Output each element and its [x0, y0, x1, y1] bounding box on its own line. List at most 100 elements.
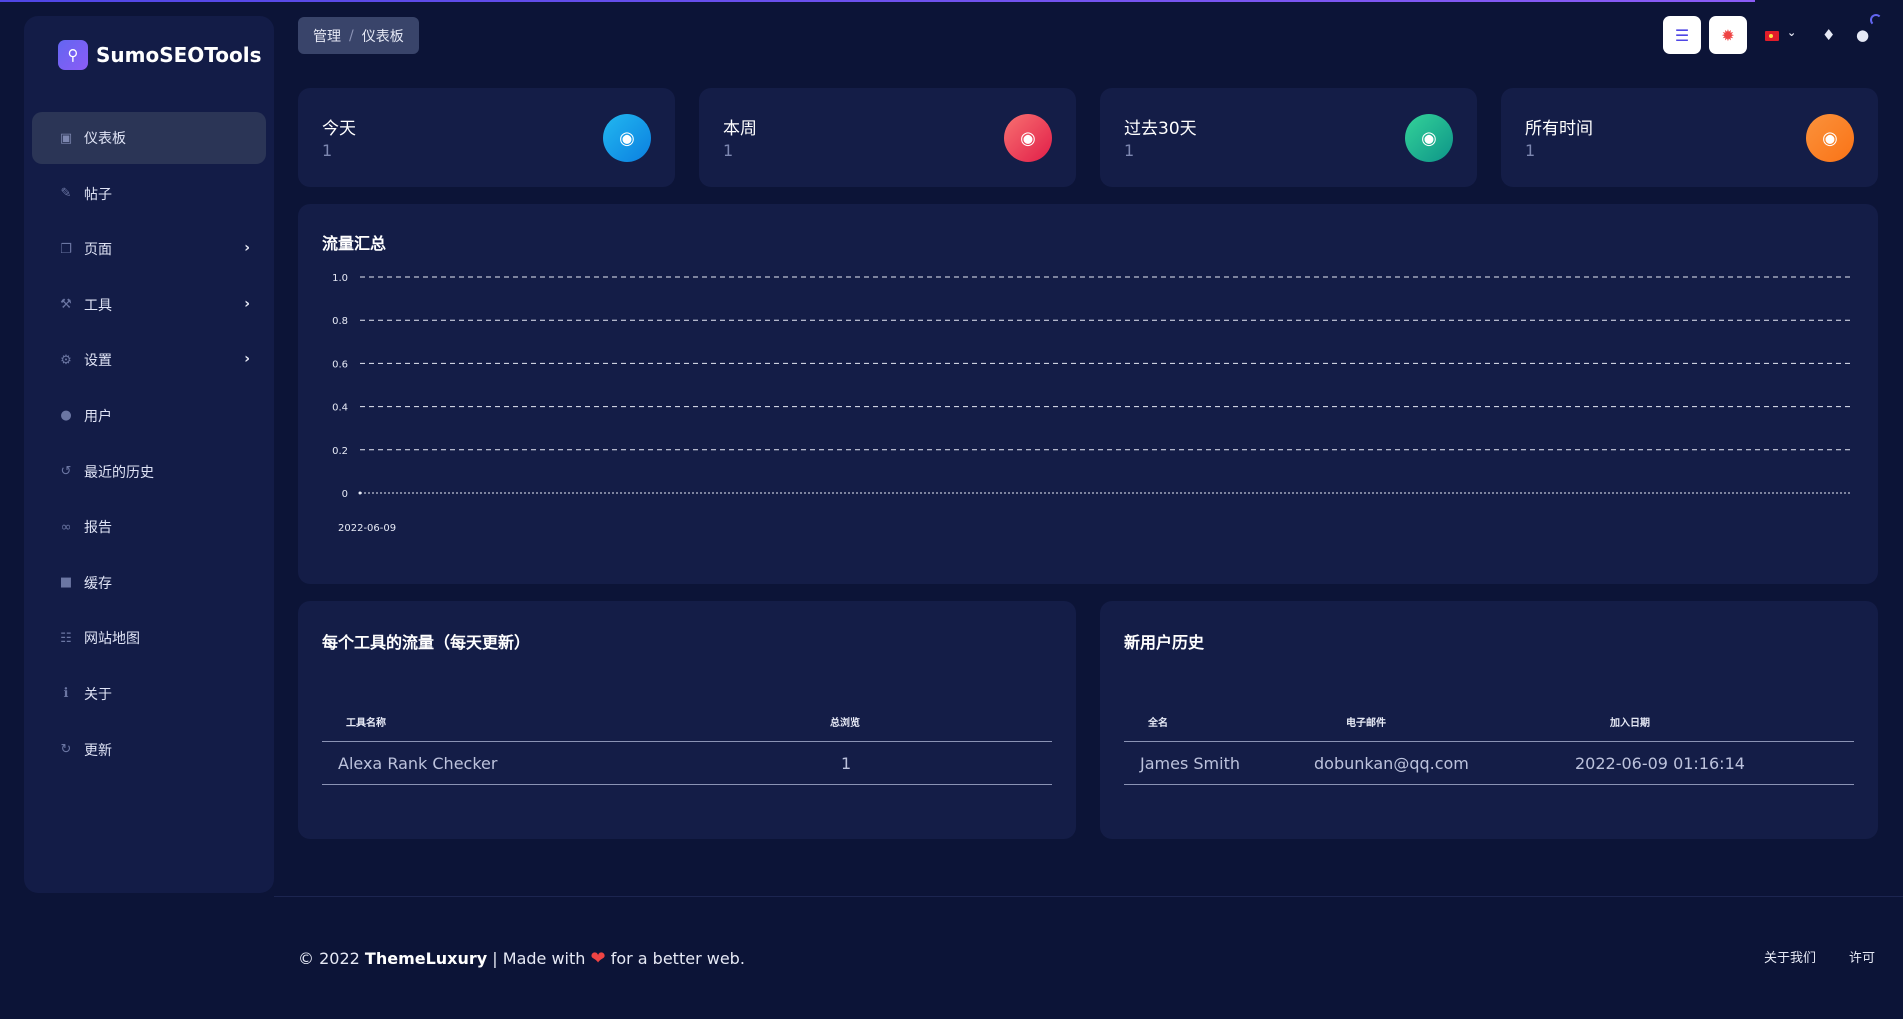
stat-value: 1 — [322, 141, 333, 160]
tools-icon: ⚒ — [60, 297, 72, 313]
traffic-chart: 0 0.2 0.4 0.6 0.8 1.0 2022-06-09 — [332, 273, 1850, 534]
new-users-card: 新用户历史 全名 电子邮件 加入日期 James Smith dobunkan@… — [1100, 601, 1878, 839]
stat-card-30days: 过去30天 1 ◉ — [1100, 88, 1477, 187]
globe-icon: ◉ — [1405, 114, 1453, 162]
history-icon: ↺ — [60, 464, 72, 480]
sidebar: ⚲ SumoSEOTools ▣ 仪表板 ✎ 帖子 ❐ 页面 › ⚒ 工具 › … — [24, 16, 274, 893]
footer-divider — [274, 896, 1903, 897]
sidebar-item-label: 更新 — [84, 742, 112, 759]
sidebar-item-label: 帖子 — [84, 186, 112, 203]
tools-traffic-card: 每个工具的流量（每天更新） 工具名称 总浏览 Alexa Rank Checke… — [298, 601, 1076, 839]
sidebar-item-pages[interactable]: ❐ 页面 › — [32, 223, 266, 275]
user-icon[interactable]: ● — [1856, 26, 1869, 44]
footer-copyright: © 2022 ThemeLuxury | Made with ❤ for a b… — [298, 948, 745, 969]
sidebar-item-settings[interactable]: ⚙ 设置 › — [32, 334, 266, 386]
sidebar-item-label: 网站地图 — [84, 631, 140, 648]
footer-tail-text: for a better web. — [610, 949, 745, 968]
sidebar-item-history[interactable]: ↺ 最近的历史 — [32, 446, 266, 498]
sidebar-item-reports[interactable]: ∞ 报告 — [32, 501, 266, 553]
sidebar-item-label: 工具 — [84, 297, 112, 314]
sidebar-item-label: 最近的历史 — [84, 464, 154, 481]
stat-title: 过去30天 — [1124, 119, 1197, 139]
stat-card-all-time: 所有时间 1 ◉ — [1501, 88, 1878, 187]
copyright-text: © 2022 — [298, 949, 360, 968]
sidebar-item-sitemap[interactable]: ☷ 网站地图 — [32, 612, 266, 664]
sidebar-item-tools[interactable]: ⚒ 工具 › — [32, 279, 266, 331]
debug-button[interactable]: ✹ — [1709, 16, 1747, 54]
menu-icon: ☰ — [1674, 25, 1690, 45]
tool-name-cell: Alexa Rank Checker — [338, 753, 498, 773]
brand[interactable]: ⚲ SumoSEOTools — [58, 40, 262, 70]
bug-icon: ✹ — [1721, 25, 1735, 45]
y-tick-label: 0.6 — [332, 359, 348, 370]
chevron-right-icon: › — [244, 351, 250, 368]
pages-icon: ❐ — [60, 241, 72, 257]
loading-spinner-icon — [1870, 14, 1882, 26]
sidebar-item-users[interactable]: ● 用户 — [32, 390, 266, 442]
total-views-cell: 1 — [841, 753, 852, 773]
email-cell: dobunkan@qq.com — [1314, 753, 1469, 773]
column-header-email[interactable]: 电子邮件 — [1346, 714, 1610, 729]
y-tick-label: 0 — [342, 489, 348, 500]
breadcrumb-current: 仪表板 — [361, 28, 404, 45]
column-header-total-views[interactable]: 总浏览 — [830, 714, 860, 729]
chevron-right-icon: › — [244, 240, 250, 257]
sidebar-item-label: 仪表板 — [84, 131, 126, 147]
full-name-cell: James Smith — [1140, 753, 1240, 773]
sidebar-item-cache[interactable]: ■ 缓存 — [32, 557, 266, 609]
page-loading-bar — [0, 0, 1755, 2]
sidebar-nav: ▣ 仪表板 ✎ 帖子 ❐ 页面 › ⚒ 工具 › ⚙ 设置 › ● 用户 ↺ 最… — [32, 112, 266, 779]
globe-icon: ◉ — [1004, 114, 1052, 162]
x-tick-label: 2022-06-09 — [338, 523, 396, 534]
tools-table: 工具名称 总浏览 Alexa Rank Checker 1 — [322, 701, 1052, 785]
stat-value: 1 — [1525, 141, 1536, 160]
stat-title: 本周 — [723, 119, 757, 139]
sidebar-item-dashboard[interactable]: ▣ 仪表板 — [32, 112, 266, 164]
stat-title: 所有时间 — [1525, 119, 1593, 139]
company-link[interactable]: ThemeLuxury — [365, 949, 487, 968]
archive-icon: ■ — [59, 575, 73, 591]
table-row: Alexa Rank Checker 1 — [322, 742, 1052, 785]
sidebar-item-label: 页面 — [84, 242, 112, 259]
gears-icon: ⚙ — [60, 352, 72, 368]
table-header-row: 全名 电子邮件 加入日期 — [1124, 701, 1854, 742]
pencil-icon: ✎ — [60, 186, 72, 202]
column-header-full-name[interactable]: 全名 — [1124, 714, 1346, 729]
breadcrumb-parent[interactable]: 管理 — [313, 26, 341, 46]
table-row: James Smith dobunkan@qq.com 2022-06-09 0… — [1124, 742, 1854, 785]
made-with-text: | Made with — [492, 949, 586, 968]
table-header-row: 工具名称 总浏览 — [322, 701, 1052, 742]
stat-card-today: 今天 1 ◉ — [298, 88, 675, 187]
chevron-down-icon[interactable]: ⌄ — [1787, 26, 1796, 39]
column-header-join-date[interactable]: 加入日期 — [1610, 714, 1650, 729]
footer-link-license[interactable]: 许可 — [1849, 947, 1875, 966]
brand-name: SumoSEOTools — [96, 43, 262, 67]
sidebar-item-about[interactable]: ℹ 关于 — [32, 668, 266, 720]
dashboard-icon: ▣ — [59, 130, 73, 146]
footer-link-about[interactable]: 关于我们 — [1764, 947, 1816, 966]
refresh-icon: ↻ — [60, 742, 72, 758]
y-tick-label: 1.0 — [332, 273, 348, 284]
y-tick-label: 0.4 — [332, 403, 348, 414]
magnifier-chart-icon: ⚲ — [58, 40, 88, 70]
sidebar-item-label: 关于 — [84, 686, 112, 703]
menu-toggle-button[interactable]: ☰ — [1663, 16, 1701, 54]
sidebar-item-posts[interactable]: ✎ 帖子 — [32, 168, 266, 220]
column-header-tool-name[interactable]: 工具名称 — [322, 714, 830, 729]
stat-value: 1 — [1124, 141, 1135, 160]
china-flag-icon[interactable] — [1765, 31, 1779, 41]
chevron-right-icon: › — [244, 295, 250, 312]
tools-table-title: 每个工具的流量（每天更新） — [322, 633, 531, 652]
bell-icon[interactable]: ♦ — [1822, 26, 1835, 44]
data-point[interactable] — [358, 491, 362, 495]
users-icon: ● — [60, 408, 72, 424]
stat-title: 今天 — [322, 119, 356, 139]
breadcrumb-separator: / — [349, 27, 354, 44]
info-icon: ℹ — [63, 686, 69, 702]
breadcrumb: 管理 / 仪表板 — [298, 17, 419, 54]
heart-icon: ❤ — [590, 948, 606, 969]
traffic-summary-card: 流量汇总 0 0.2 0.4 0.6 0.8 1.0 2022-06-09 — [298, 204, 1878, 584]
sidebar-item-update[interactable]: ↻ 更新 — [32, 724, 266, 776]
globe-icon: ◉ — [603, 114, 651, 162]
link-icon: ∞ — [60, 519, 72, 535]
